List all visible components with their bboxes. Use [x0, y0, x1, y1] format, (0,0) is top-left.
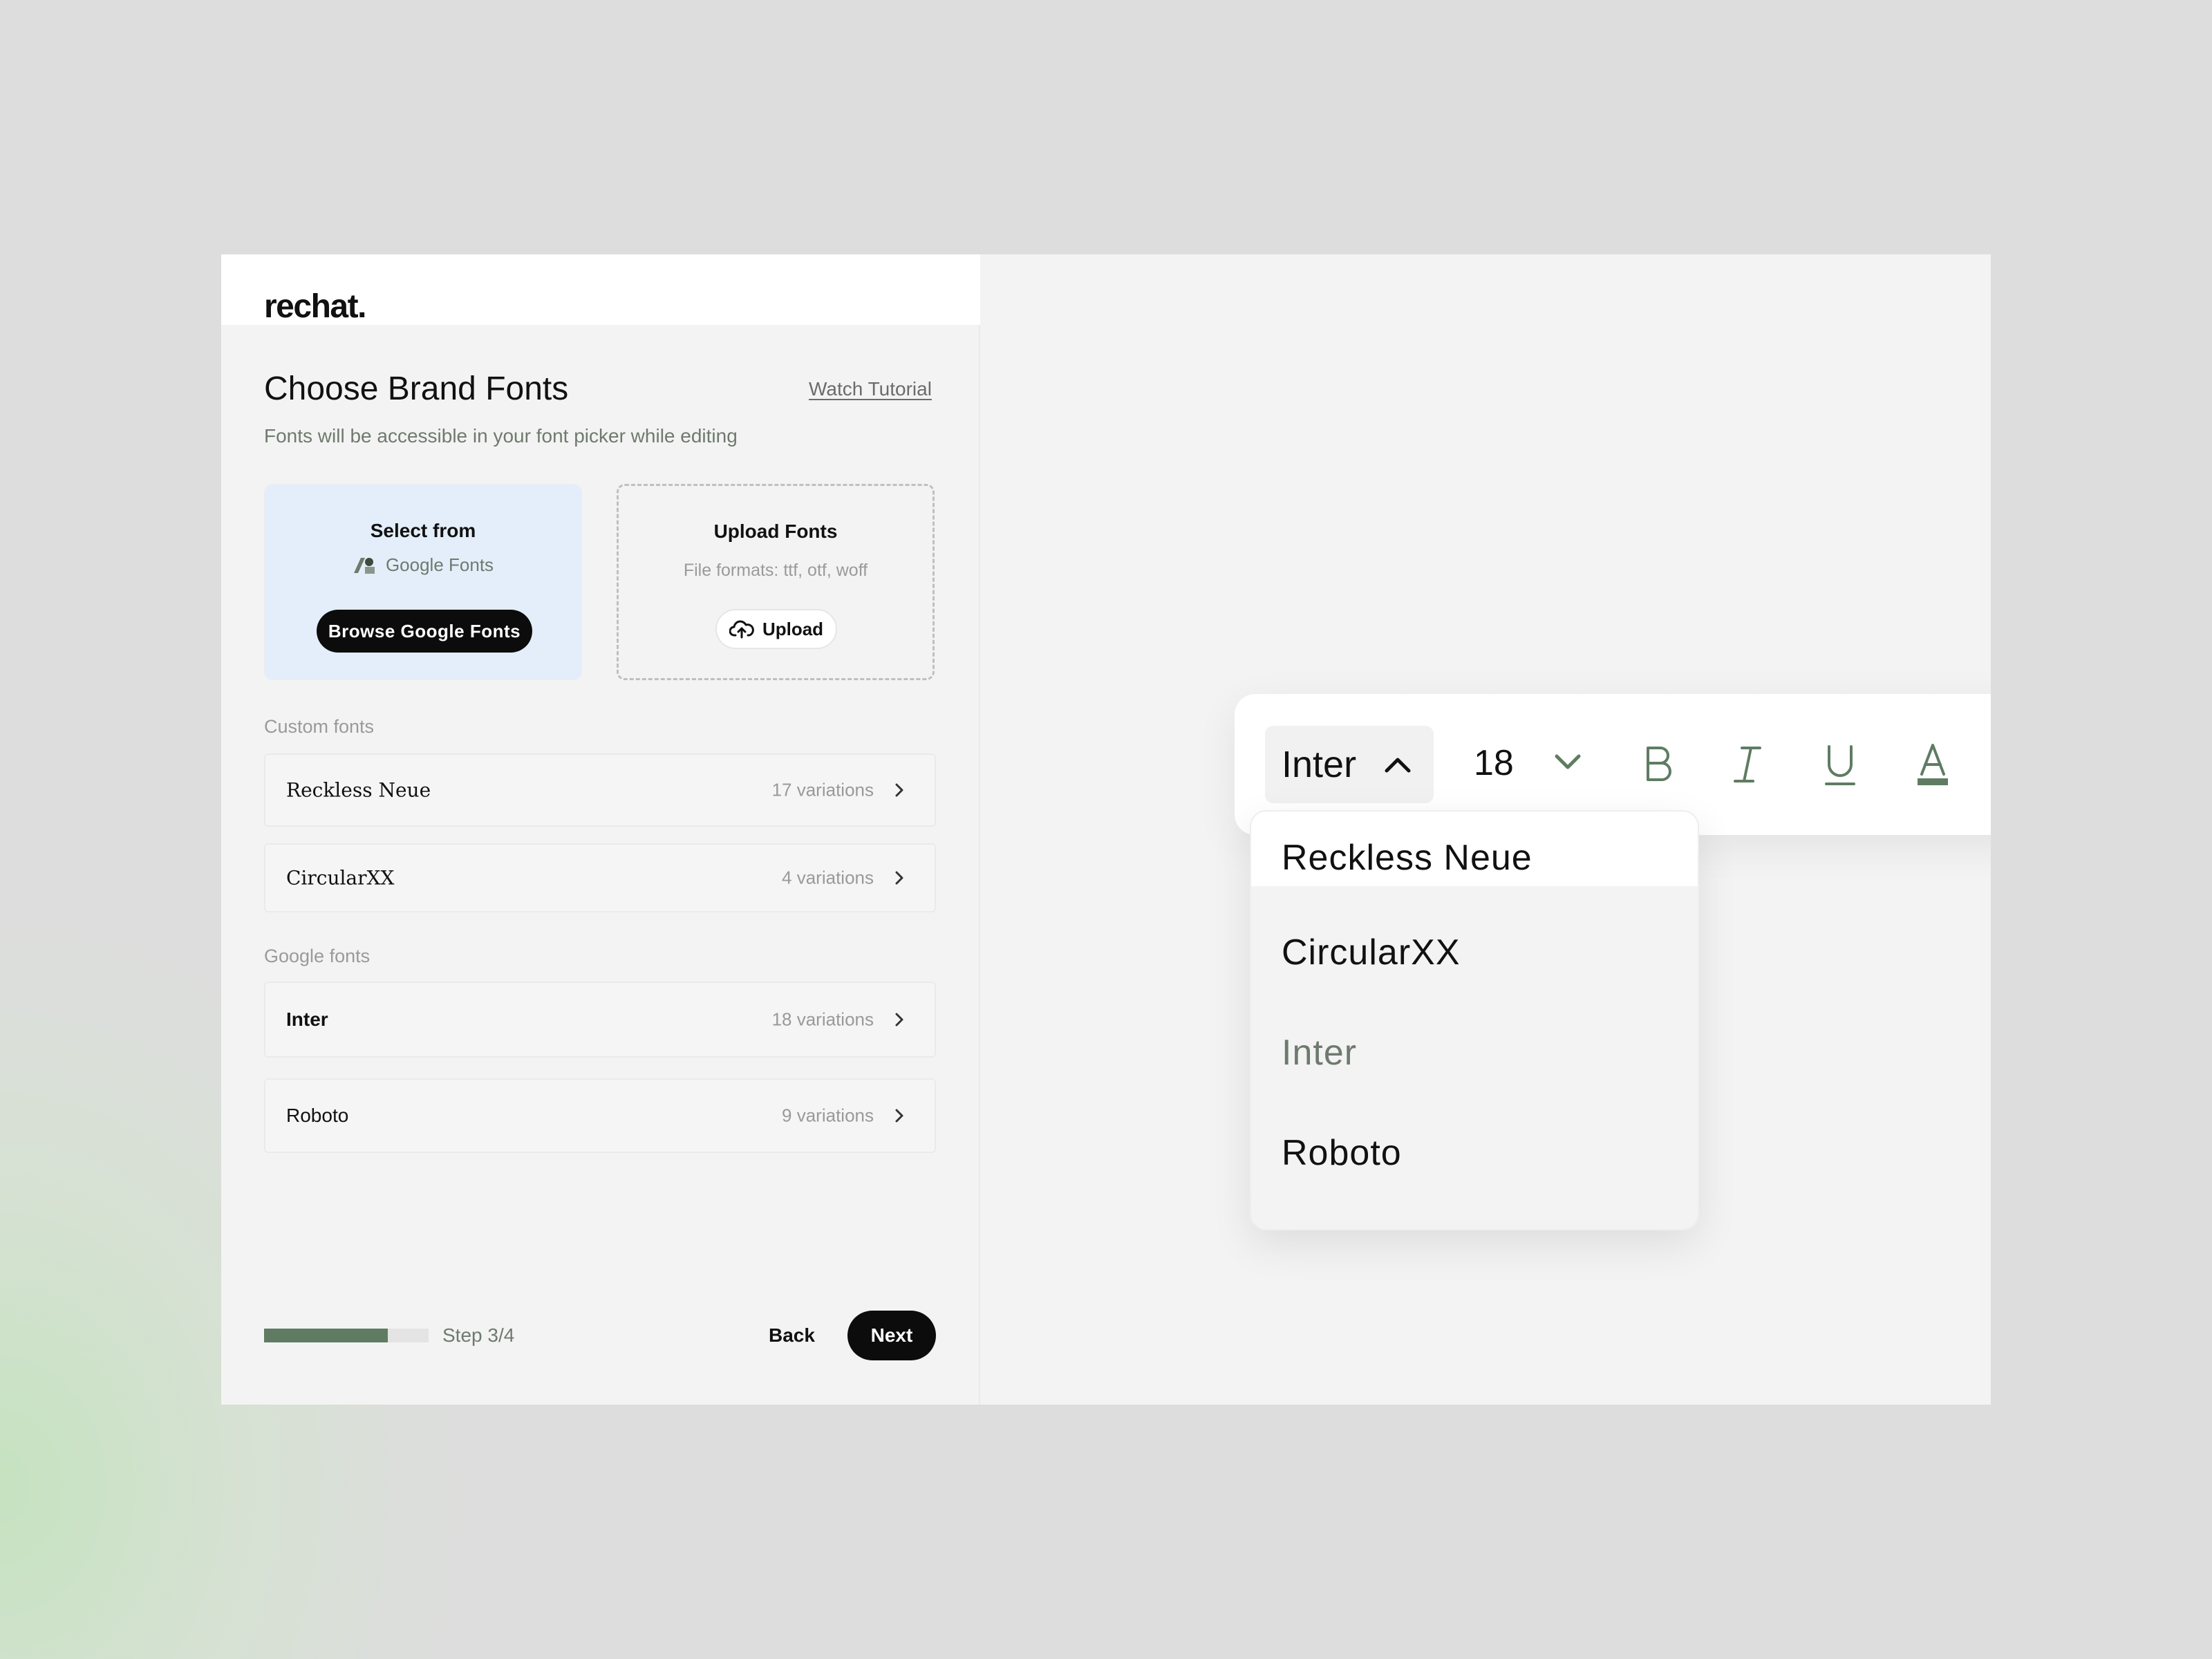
page-subtitle: Fonts will be accessible in your font pi… — [264, 425, 738, 447]
font-option-label: CircularXX — [1282, 932, 1461, 973]
upload-button-label: Upload — [762, 618, 824, 639]
app-window: rechat. Choose Brand Fonts Watch Tutoria… — [221, 254, 1991, 1405]
font-row-name: Roboto — [286, 1105, 349, 1126]
font-row-name: Inter — [286, 1009, 328, 1030]
upload-button[interactable]: Upload — [715, 609, 837, 649]
next-button[interactable]: Next — [847, 1311, 936, 1360]
cloud-upload-icon — [729, 620, 754, 639]
watch-tutorial-link[interactable]: Watch Tutorial — [809, 377, 932, 401]
font-option-reckless-neue[interactable]: Reckless Neue — [1251, 812, 1698, 886]
chevron-down-icon[interactable] — [1553, 752, 1583, 773]
font-option-inter[interactable]: Inter — [1251, 1015, 1698, 1090]
font-option-label: Reckless Neue — [1282, 837, 1533, 878]
google-fonts-brand: Google Fonts — [265, 554, 581, 576]
underline-icon[interactable] — [1817, 733, 1864, 796]
font-row-variations: 18 variations — [771, 1009, 874, 1030]
chevron-right-icon — [895, 1013, 903, 1027]
browse-google-fonts-button[interactable]: Browse Google Fonts — [317, 610, 532, 653]
text-color-icon[interactable] — [1909, 733, 1956, 796]
font-option-circularxx[interactable]: CircularXX — [1251, 915, 1698, 990]
font-row-reckless-neue[interactable]: Reckless Neue 17 variations — [264, 753, 936, 827]
custom-fonts-label: Custom fonts — [264, 716, 375, 737]
font-option-roboto[interactable]: Roboto — [1251, 1116, 1698, 1190]
google-fonts-section-label: Google fonts — [264, 946, 371, 966]
chevron-right-icon — [895, 1109, 903, 1123]
step-indicator: Step 3/4 — [442, 1324, 515, 1346]
file-formats-hint: File formats: ttf, otf, woff — [683, 561, 868, 580]
page-title: Choose Brand Fonts — [264, 371, 569, 407]
back-button[interactable]: Back — [769, 1324, 815, 1347]
chevron-right-icon — [895, 871, 903, 885]
font-row-name: CircularXX — [286, 866, 395, 890]
chevron-right-icon — [895, 783, 903, 797]
logo-bar: rechat. — [221, 254, 980, 325]
chevron-up-icon — [1385, 758, 1411, 773]
google-fonts-card: Select from Google Fonts Browse Google F… — [264, 484, 582, 680]
font-family-dropdown: Reckless Neue CircularXX Inter Roboto — [1250, 810, 1699, 1230]
font-row-variations: 9 variations — [782, 1105, 874, 1126]
font-row-variations: 4 variations — [782, 867, 874, 888]
italic-icon[interactable] — [1724, 733, 1771, 796]
bold-icon[interactable] — [1634, 733, 1681, 796]
upload-fonts-card[interactable]: Upload Fonts File formats: ttf, otf, wof… — [617, 484, 935, 680]
font-row-inter[interactable]: Inter 18 variations — [264, 982, 936, 1058]
google-fonts-label: Google Fonts — [385, 554, 494, 575]
progress-bar — [264, 1329, 429, 1342]
font-row-name: Reckless Neue — [286, 778, 431, 802]
font-option-label: Inter — [1282, 1033, 1358, 1073]
setup-panel: rechat. Choose Brand Fonts Watch Tutoria… — [221, 254, 980, 1405]
font-row-variations: 17 variations — [771, 779, 874, 800]
font-size-value[interactable]: 18 — [1474, 742, 1514, 784]
font-row-circularxx[interactable]: CircularXX 4 variations — [264, 843, 936, 912]
progress-bar-fill — [264, 1329, 388, 1342]
font-family-select[interactable]: Inter — [1265, 726, 1434, 803]
font-option-label: Roboto — [1282, 1133, 1402, 1173]
font-family-value: Inter — [1282, 744, 1357, 785]
google-fonts-icon — [353, 557, 375, 574]
upload-card-title: Upload Fonts — [713, 521, 838, 542]
rechat-logo: rechat. — [264, 288, 366, 325]
google-card-title: Select from — [370, 520, 476, 541]
font-row-roboto[interactable]: Roboto 9 variations — [264, 1078, 936, 1153]
